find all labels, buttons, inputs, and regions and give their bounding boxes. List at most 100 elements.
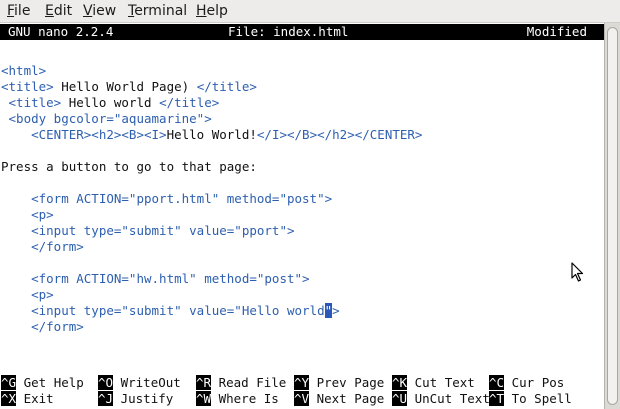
code-line: <title> Hello World Page) </title> [1,79,601,95]
code-line: </form> [1,319,601,335]
menu-help-accel: H [196,3,207,19]
code-line: <p> [1,207,601,223]
code-plain-text: Press a button to go to that page: [1,159,257,174]
shortcut-item: ^Y Prev Page [294,375,384,391]
menu-file[interactable]: File [7,3,30,19]
code-tag-text: <form ACTION="pport.html" method="post"> [1,191,333,206]
shortcut-key: ^K [392,375,408,390]
menu-edit-accel: E [45,3,54,19]
shortcut-label: Exit [16,391,54,406]
code-line: <html> [1,63,601,79]
shortcut-key: ^U [392,391,408,406]
menu-view-rest: iew [92,3,117,19]
code-line: <p> [1,287,601,303]
menu-view[interactable]: View [83,3,116,19]
shortcut-key: ^J [98,391,114,406]
scrollbar-thumb[interactable] [607,27,618,405]
shortcut-key: ^T [489,391,505,406]
menu-help-rest: elp [206,3,228,19]
code-plain-text: Hello world [61,95,160,110]
shortcut-item: ^C Cur Pos [489,375,564,391]
shortcut-item: ^U UnCut Text [392,391,490,407]
code-tag-text: </form> [1,239,84,254]
code-tag-text: </form> [1,319,84,334]
code-line: <title> Hello world </title> [1,95,601,111]
vertical-scrollbar[interactable] [604,23,620,409]
code-line: </form> [1,239,601,255]
shortcut-item: ^R Read File [196,375,286,391]
shortcut-label: Where Is [211,391,279,406]
menu-terminal-rest: erminal [134,3,188,19]
shortcut-item: ^V Next Page [294,391,384,407]
shortcut-item: ^T To Spell [489,391,572,407]
shortcut-label: Get Help [16,375,84,390]
code-line: Press a button to go to that page: [1,159,601,175]
mouse-pointer-icon [571,262,584,282]
nano-file-name: File: index.html [228,24,349,39]
shortcut-item: ^W Where Is [196,391,279,407]
shortcut-item: ^J Justify [98,391,173,407]
code-plain-text: Hello World! [166,127,257,142]
code-tag-text: </title> [159,95,220,110]
code-line: <form ACTION="hw.html" method="post"> [1,271,601,287]
code-tag-text: <title> [1,95,62,110]
shortcut-label: Justify [113,391,174,406]
code-plain-text: Hello World Page) [53,79,197,94]
code-line: <body bgcolor="aquamarine"> [1,111,601,127]
nano-title-bar: GNU nano 2.2.4 File: index.html Modified [0,24,604,40]
code-tag-text: <html> [1,63,47,78]
code-tag-text: <body bgcolor="aquamarine"> [1,111,212,126]
menu-terminal[interactable]: Terminal [128,3,187,19]
shortcut-key: ^Y [294,375,310,390]
shortcut-item: ^X Exit [1,391,54,407]
shortcut-key: ^W [196,391,212,406]
code-tag-text: </title> [196,79,257,94]
shortcut-label: WriteOut [113,375,181,390]
editor-text-area[interactable]: <html> <title> Hello World Page) </title>… [1,63,601,335]
shortcut-label: Next Page [309,391,385,406]
code-tag-text: > [332,303,340,318]
code-line: <form ACTION="pport.html" method="post"> [1,191,601,207]
menu-view-accel: V [83,3,93,19]
menu-edit[interactable]: Edit [45,3,72,19]
shortcut-label: Read File [211,375,287,390]
shortcut-key: ^G [1,375,17,390]
menu-file-rest: ile [14,3,31,19]
nano-version: GNU nano 2.2.4 [8,24,114,39]
code-line: <input type="submit" value="Hello world"… [1,303,601,319]
shortcut-label: Prev Page [309,375,385,390]
code-tag-text: <form ACTION="hw.html" method="post"> [1,271,310,286]
shortcut-key: ^X [1,391,17,406]
shortcut-label: Cur Pos [504,375,565,390]
terminal-area[interactable]: GNU nano 2.2.4 File: index.html Modified… [0,23,604,409]
menu-file-accel: F [7,3,15,19]
shortcut-label: Cut Text [407,375,475,390]
code-tag-text: <input type="submit" value="pport"> [1,223,295,238]
menu-bar: File Edit View Terminal Help [0,0,620,23]
code-line: <CENTER><h2><B><I>Hello World!</I></B></… [1,127,601,143]
code-tag-text: <CENTER><h2><B><I> [1,127,167,142]
shortcut-label: To Spell [504,391,572,406]
menu-edit-rest: dit [53,3,73,19]
shortcut-bar: ^G Get Help ^O WriteOut ^R Read File ^Y Pre… [0,375,604,409]
shortcut-key: ^R [196,375,212,390]
code-tag-text: <input type="submit" value="Hello world [1,303,325,318]
shortcut-label: UnCut Text [407,391,490,406]
shortcut-item: ^K Cut Text [392,375,475,391]
code-tag-text: <p> [1,207,54,222]
shortcut-key: ^O [98,375,114,390]
shortcut-item: ^O WriteOut [98,375,181,391]
nano-modified-status: Modified [526,24,587,39]
code-line: <input type="submit" value="pport"> [1,223,601,239]
text-cursor: " [324,303,333,318]
shortcut-item: ^G Get Help [1,375,84,391]
menu-help[interactable]: Help [196,3,228,19]
code-tag-text: </I></B></h2></CENTER> [256,127,423,142]
code-tag-text: <title> [1,79,54,94]
code-tag-text: <p> [1,287,54,302]
shortcut-key: ^V [294,391,310,406]
shortcut-key: ^C [489,375,505,390]
